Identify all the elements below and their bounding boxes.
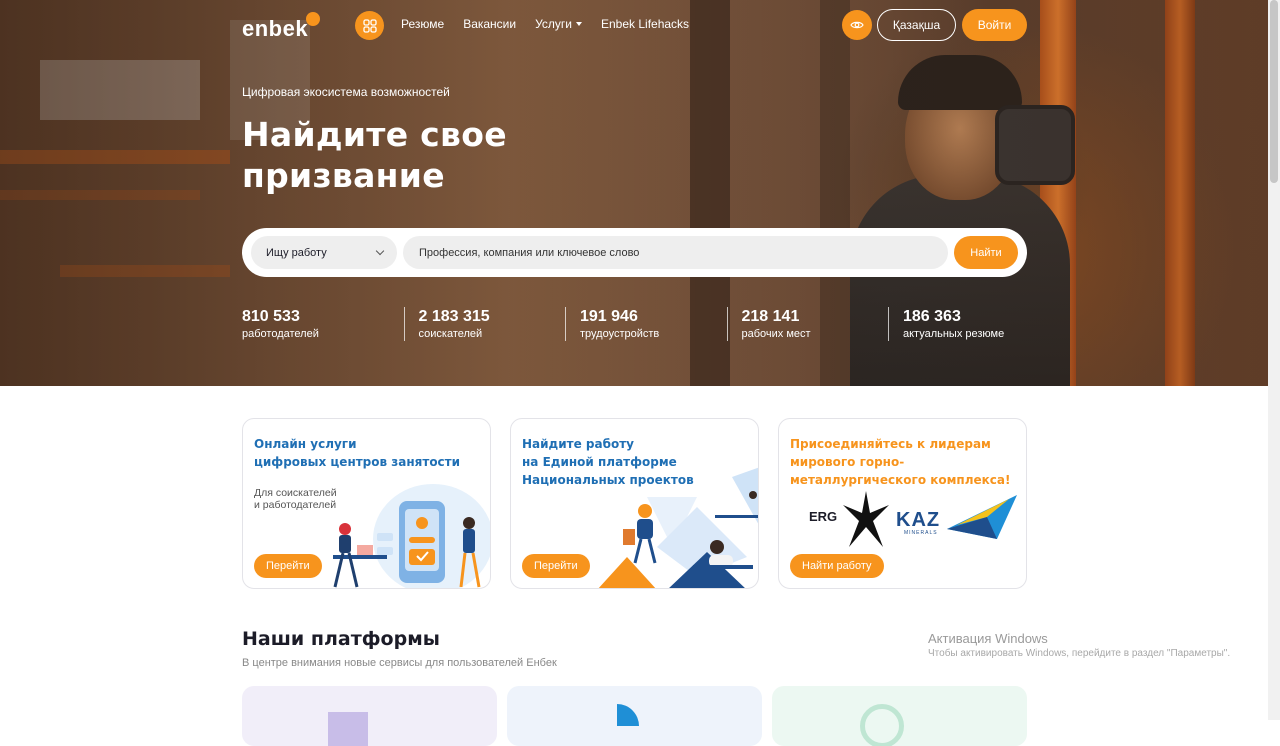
login-button[interactable]: Войти <box>962 9 1027 41</box>
stat-value: 810 533 <box>242 308 300 325</box>
stat-resumes: 186 363 актуальных резюме <box>888 307 1050 341</box>
accessibility-button[interactable] <box>842 10 872 40</box>
kaz-minerals-logo-text: KAZ <box>896 509 941 531</box>
hero-tagline: Цифровая экосистема возможностей <box>242 85 450 99</box>
search-type-select[interactable]: Ищу работу <box>251 236 397 269</box>
eye-icon <box>850 21 864 29</box>
stat-label: соискателей <box>418 328 483 340</box>
nav-resume-label: Резюме <box>401 17 445 31</box>
stat-value: 218 141 <box>741 308 800 325</box>
stat-label: работодателей <box>242 328 319 340</box>
promo-card-national-projects[interactable]: Найдите работу на Единой платформе Нацио… <box>510 418 759 589</box>
promo-card-button[interactable]: Найти работу <box>790 554 884 578</box>
stat-label: рабочих мест <box>741 328 811 340</box>
apps-grid-icon <box>362 18 377 33</box>
kaz-minerals-subtext: MINERALS <box>904 530 938 536</box>
erg-star-logo-icon <box>843 491 889 547</box>
platforms-subtitle: В центре внимания новые сервисы для поль… <box>242 657 557 669</box>
erg-logo-text: ERG <box>809 509 838 524</box>
promo-card-erg-careers[interactable]: Присоединяйтесь к лидерам мирового горно… <box>778 418 1027 589</box>
stat-employments: 191 946 трудоустройств <box>565 307 727 341</box>
nav-vacancies[interactable]: Вакансии <box>463 17 516 31</box>
nav-resume[interactable]: Резюме <box>401 17 444 31</box>
logo-dot-icon <box>306 12 321 26</box>
page-scrollbar[interactable] <box>1268 0 1280 720</box>
national-projects-illustration <box>598 467 758 588</box>
promo-card-button[interactable]: Перейти <box>522 554 590 578</box>
stat-value: 191 946 <box>580 308 638 325</box>
platform-card[interactable] <box>772 686 1027 746</box>
stat-employers: 810 533 работодателей <box>242 307 404 341</box>
stat-job-seekers: 2 183 315 соискателей <box>403 307 566 341</box>
promo-card-button[interactable]: Перейти <box>254 554 322 578</box>
platform-card-image <box>328 712 368 746</box>
logo-text: enbek <box>242 16 309 41</box>
enbek-logo[interactable]: enbek <box>242 12 321 42</box>
platform-card[interactable] <box>242 686 497 746</box>
search-button[interactable]: Найти <box>954 236 1018 269</box>
scrollbar-thumb[interactable] <box>1270 0 1278 183</box>
platform-card-image <box>860 704 904 746</box>
nav-vacancies-label: Вакансии <box>463 17 517 31</box>
platform-card-image <box>595 704 639 746</box>
promo-card-title: Присоединяйтесь к лидерам мирового горно… <box>790 437 1011 487</box>
windows-activation-subtitle: Чтобы активировать Windows, перейдите в … <box>928 648 1231 659</box>
apps-menu-button[interactable] <box>355 11 384 40</box>
nav-lifehacks[interactable]: Enbek Lifehacks <box>601 17 689 31</box>
language-switch-button[interactable]: Қазақша <box>877 9 956 41</box>
windows-activation-title: Активация Windows <box>928 631 1048 646</box>
hero-headline: Найдите свое призвание <box>242 115 507 195</box>
stat-value: 2 183 315 <box>418 308 490 325</box>
search-type-value: Ищу работу <box>266 246 327 259</box>
nav-lifehacks-label: Enbek Lifehacks <box>601 17 690 31</box>
kaz-minerals-logo-icon <box>947 495 1017 539</box>
platform-card[interactable] <box>507 686 762 746</box>
stat-label: трудоустройств <box>580 328 660 340</box>
platforms-title: Наши платформы <box>242 628 440 650</box>
stats-row: 810 533 работодателей 2 183 315 соискате… <box>242 307 1050 341</box>
promo-card-title: Онлайн услуги цифровых центров занятости <box>254 437 461 469</box>
promo-card-digital-centers[interactable]: Онлайн услуги цифровых центров занятости… <box>242 418 491 589</box>
nav-services-label: Услуги <box>535 17 572 31</box>
stat-value: 186 363 <box>903 308 961 325</box>
digital-services-illustration <box>333 484 490 588</box>
main-nav: Резюме Вакансии Услуги Enbek Lifehacks <box>401 17 708 31</box>
search-input[interactable] <box>403 236 948 269</box>
caret-down-icon <box>576 22 582 26</box>
nav-services-dropdown[interactable]: Услуги <box>535 17 582 31</box>
chevron-down-icon <box>375 246 385 256</box>
stat-workplaces: 218 141 рабочих мест <box>726 307 889 341</box>
job-search-bar: Ищу работу Найти <box>242 228 1027 277</box>
stat-label: актуальных резюме <box>903 328 1005 340</box>
